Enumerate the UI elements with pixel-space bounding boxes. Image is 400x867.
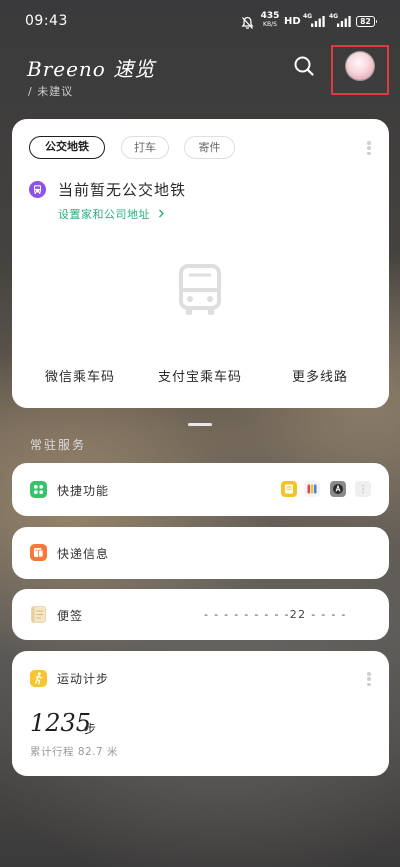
bus-placeholder-icon	[179, 264, 221, 320]
more-icon[interactable]	[367, 672, 371, 687]
transit-card: 公交地铁 打车 寄件 当前暂无公交地铁 设置家和公司地址 微信乘车码 支付宝乘车…	[12, 119, 389, 408]
section-title: 常驻服务	[30, 438, 87, 452]
setup-address-link[interactable]: 设置家和公司地址	[58, 206, 165, 222]
step-distance: 累计行程 82.7 米	[30, 746, 119, 758]
tab-bus-subway[interactable]: 公交地铁	[29, 136, 105, 159]
notepad-icon	[30, 606, 47, 623]
more-icon[interactable]	[367, 141, 371, 156]
running-icon	[30, 670, 47, 687]
empty-message: 当前暂无公交地铁	[58, 181, 187, 199]
network-speed: 435 KB/S	[257, 12, 283, 28]
express-info-label: 快递信息	[57, 547, 110, 561]
quick-functions-label: 快捷功能	[57, 484, 110, 498]
sim1-signal: 4G	[303, 13, 325, 27]
dark-app-icon[interactable]	[330, 481, 346, 497]
chevron-right-icon	[159, 209, 164, 218]
search-icon	[294, 56, 314, 76]
bell-muted-icon	[241, 15, 254, 34]
search-button[interactable]	[293, 55, 315, 77]
hd-indicator: HD	[284, 16, 301, 27]
quick-functions-card[interactable]: 快捷功能	[12, 463, 389, 516]
wechat-ride-code-button[interactable]: 微信乘车码	[25, 366, 135, 385]
step-unit: 步	[84, 722, 97, 736]
bus-icon	[29, 181, 46, 202]
step-count: 1235	[30, 709, 92, 737]
page-title: Breeno 速览	[27, 57, 156, 81]
express-info-card[interactable]: 快递信息	[12, 527, 389, 579]
network-speed-value: 435	[260, 11, 280, 21]
notes-app-icon[interactable]	[281, 481, 297, 497]
battery-icon: 82	[356, 16, 377, 27]
express-package-icon	[30, 544, 47, 561]
tab-shipping[interactable]: 寄件	[184, 136, 235, 159]
setup-address-link-label: 设置家和公司地址	[58, 208, 150, 221]
page-subtitle: / 未建议	[28, 85, 74, 98]
note-preview: - - - - - - - - -22 - - - -	[204, 608, 347, 621]
status-time: 09:43	[25, 13, 68, 29]
step-counter-card[interactable]: 运动计步 1235 步 累计行程 82.7 米	[12, 651, 389, 776]
tab-taxi[interactable]: 打车	[121, 136, 169, 159]
step-counter-label: 运动计步	[57, 672, 110, 686]
notes-label: 便签	[57, 609, 84, 623]
avatar[interactable]	[346, 52, 374, 80]
sim2-signal: 4G	[329, 13, 351, 27]
network-speed-unit: KB/S	[263, 21, 277, 28]
signal-icon	[337, 16, 351, 27]
drag-handle[interactable]	[188, 423, 212, 426]
quick-functions-icon	[30, 481, 47, 498]
signal-icon	[311, 16, 325, 27]
more-routes-button[interactable]: 更多线路	[265, 366, 375, 385]
empty-slot-icon[interactable]	[355, 481, 371, 497]
multicolor-app-icon[interactable]	[304, 481, 320, 497]
notes-card[interactable]: 便签 - - - - - - - - -22 - - - -	[12, 589, 389, 640]
alipay-ride-code-button[interactable]: 支付宝乘车码	[145, 366, 255, 385]
